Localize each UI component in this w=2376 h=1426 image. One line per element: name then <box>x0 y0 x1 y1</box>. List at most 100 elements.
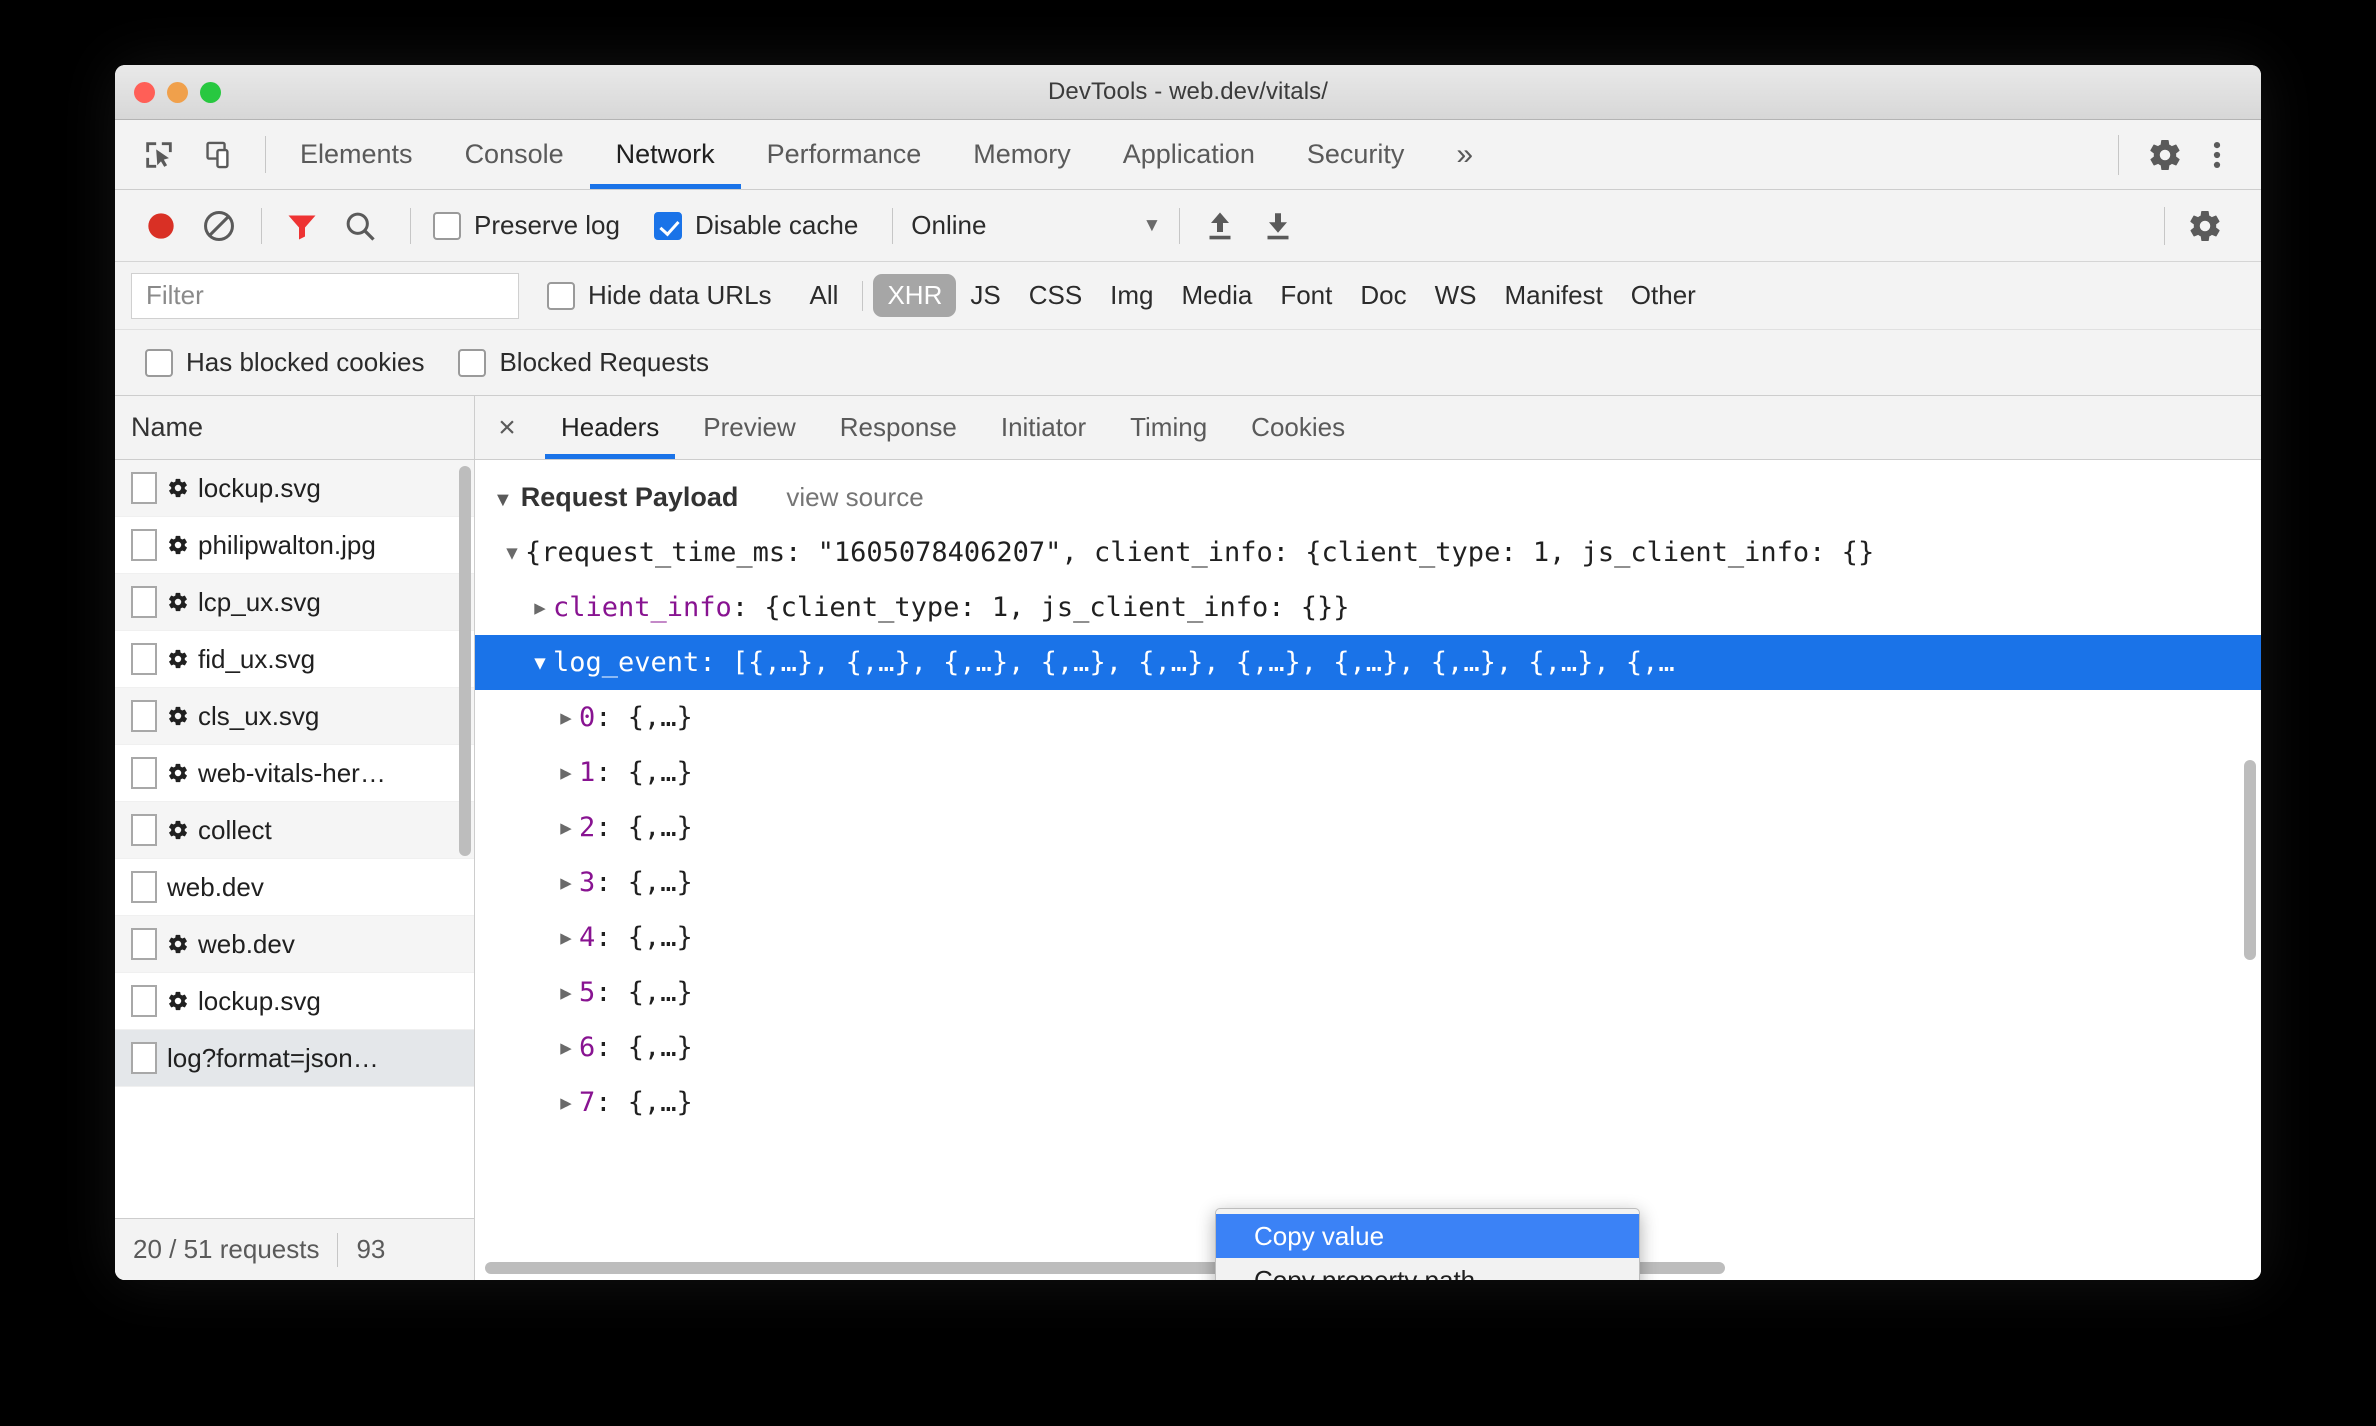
menu-item-copy-property-path[interactable]: Copy property path <box>1216 1258 1639 1281</box>
triangle-right-icon[interactable]: ▶ <box>553 762 579 784</box>
triangle-down-icon[interactable]: ▼ <box>493 490 513 510</box>
disable-cache-checkbox[interactable]: Disable cache <box>653 210 858 241</box>
table-row[interactable]: web.dev <box>115 859 474 916</box>
close-icon[interactable]: × <box>475 396 539 459</box>
filter-type-other[interactable]: Other <box>1617 274 1710 317</box>
table-row[interactable]: lockup.svg <box>115 460 474 517</box>
tab-preview[interactable]: Preview <box>681 396 817 459</box>
hide-data-urls-box[interactable] <box>547 281 575 310</box>
throttling-dropdown[interactable]: Online ▼ <box>911 210 1161 241</box>
table-row[interactable]: lcp_ux.svg <box>115 574 474 631</box>
clear-icon[interactable] <box>197 204 241 248</box>
json-array-item[interactable]: ▶ 6 : {,…} <box>475 1020 2261 1075</box>
json-array-item[interactable]: ▶ 7 : {,…} <box>475 1075 2261 1130</box>
tab-memory[interactable]: Memory <box>947 120 1097 189</box>
tab-network[interactable]: Network <box>589 120 741 189</box>
menu-item-copy-value[interactable]: Copy value <box>1216 1214 1639 1258</box>
request-checkbox[interactable] <box>131 643 157 675</box>
request-checkbox[interactable] <box>131 1042 157 1074</box>
json-array-item[interactable]: ▶ 4 : {,…} <box>475 910 2261 965</box>
table-row[interactable]: fid_ux.svg <box>115 631 474 688</box>
filter-type-ws[interactable]: WS <box>1421 274 1491 317</box>
table-row[interactable]: web.dev <box>115 916 474 973</box>
triangle-right-icon[interactable]: ▶ <box>527 597 553 619</box>
request-checkbox[interactable] <box>131 700 157 732</box>
request-checkbox[interactable] <box>131 529 157 561</box>
import-har-icon[interactable] <box>1198 204 1242 248</box>
export-har-icon[interactable] <box>1256 204 1300 248</box>
table-row[interactable]: log?format=json… <box>115 1030 474 1087</box>
request-checkbox[interactable] <box>131 928 157 960</box>
gear-icon[interactable] <box>2183 204 2227 248</box>
tab-cookies[interactable]: Cookies <box>1229 396 1367 459</box>
json-array-item[interactable]: ▶ 5 : {,…} <box>475 965 2261 1020</box>
table-row[interactable]: lockup.svg <box>115 973 474 1030</box>
request-list-scrollbar[interactable] <box>459 466 471 856</box>
triangle-down-icon[interactable]: ▼ <box>527 652 553 674</box>
tab-overflow-more[interactable]: » <box>1430 120 1499 189</box>
filter-type-manifest[interactable]: Manifest <box>1491 274 1617 317</box>
json-log-event-row[interactable]: ▼ log_event : [{,…}, {,…}, {,…}, {,…}, {… <box>475 635 2261 690</box>
preserve-log-box[interactable] <box>433 211 461 240</box>
hide-data-urls-checkbox[interactable]: Hide data URLs <box>547 280 772 311</box>
filter-type-css[interactable]: CSS <box>1015 274 1096 317</box>
tab-console[interactable]: Console <box>439 120 590 189</box>
filter-type-js[interactable]: JS <box>956 274 1014 317</box>
triangle-right-icon[interactable]: ▶ <box>553 872 579 894</box>
filter-type-all[interactable]: All <box>796 274 853 317</box>
table-row[interactable]: web-vitals-her… <box>115 745 474 802</box>
tab-elements[interactable]: Elements <box>274 120 439 189</box>
search-icon[interactable] <box>338 204 382 248</box>
triangle-right-icon[interactable]: ▶ <box>553 817 579 839</box>
filter-type-font[interactable]: Font <box>1266 274 1346 317</box>
request-checkbox[interactable] <box>131 586 157 618</box>
gear-icon[interactable] <box>2143 133 2187 177</box>
triangle-right-icon[interactable]: ▶ <box>553 982 579 1004</box>
tab-response[interactable]: Response <box>818 396 979 459</box>
table-row[interactable]: cls_ux.svg <box>115 688 474 745</box>
tab-timing[interactable]: Timing <box>1108 396 1229 459</box>
json-root-row[interactable]: ▼ {request_time_ms: "1605078406207", cli… <box>475 525 2261 580</box>
filter-funnel-icon[interactable] <box>280 204 324 248</box>
filter-input[interactable]: Filter <box>131 272 519 319</box>
disable-cache-box[interactable] <box>653 211 682 240</box>
json-array-item[interactable]: ▶ 1 : {,…} <box>475 745 2261 800</box>
json-array-item[interactable]: ▶ 3 : {,…} <box>475 855 2261 910</box>
request-checkbox[interactable] <box>131 814 157 846</box>
tab-headers[interactable]: Headers <box>539 396 681 459</box>
has-blocked-cookies-box[interactable] <box>145 348 173 377</box>
device-toolbar-icon[interactable] <box>199 133 243 177</box>
tab-performance[interactable]: Performance <box>741 120 948 189</box>
blocked-requests-checkbox[interactable]: Blocked Requests <box>458 347 709 378</box>
json-array-item[interactable]: ▶ 2 : {,…} <box>475 800 2261 855</box>
table-row[interactable]: collect <box>115 802 474 859</box>
filter-type-xhr[interactable]: XHR <box>873 274 957 317</box>
table-row[interactable]: philipwalton.jpg <box>115 517 474 574</box>
has-blocked-cookies-checkbox[interactable]: Has blocked cookies <box>145 347 424 378</box>
name-column-header[interactable]: Name <box>115 396 474 460</box>
request-checkbox[interactable] <box>131 871 157 903</box>
payload-vertical-scrollbar[interactable] <box>2244 760 2256 960</box>
filter-type-img[interactable]: Img <box>1096 274 1167 317</box>
triangle-right-icon[interactable]: ▶ <box>553 707 579 729</box>
triangle-right-icon[interactable]: ▶ <box>553 1092 579 1114</box>
filter-type-doc[interactable]: Doc <box>1346 274 1420 317</box>
record-icon[interactable] <box>139 204 183 248</box>
json-array-item[interactable]: ▶ 0 : {,…} <box>475 690 2261 745</box>
payload-header[interactable]: ▼ Request Payload view source <box>475 460 2261 525</box>
json-client-info-row[interactable]: ▶ client_info : {client_type: 1, js_clie… <box>475 580 2261 635</box>
tab-initiator[interactable]: Initiator <box>979 396 1108 459</box>
triangle-right-icon[interactable]: ▶ <box>553 927 579 949</box>
inspect-element-icon[interactable] <box>137 133 181 177</box>
triangle-right-icon[interactable]: ▶ <box>553 1037 579 1059</box>
request-checkbox[interactable] <box>131 985 157 1017</box>
tab-security[interactable]: Security <box>1281 120 1431 189</box>
triangle-down-icon[interactable]: ▼ <box>499 542 525 564</box>
request-checkbox[interactable] <box>131 472 157 504</box>
filter-type-media[interactable]: Media <box>1168 274 1267 317</box>
more-vertical-icon[interactable] <box>2195 133 2239 177</box>
tab-application[interactable]: Application <box>1097 120 1281 189</box>
preserve-log-checkbox[interactable]: Preserve log <box>433 210 620 241</box>
blocked-requests-box[interactable] <box>458 348 487 377</box>
request-checkbox[interactable] <box>131 757 157 789</box>
